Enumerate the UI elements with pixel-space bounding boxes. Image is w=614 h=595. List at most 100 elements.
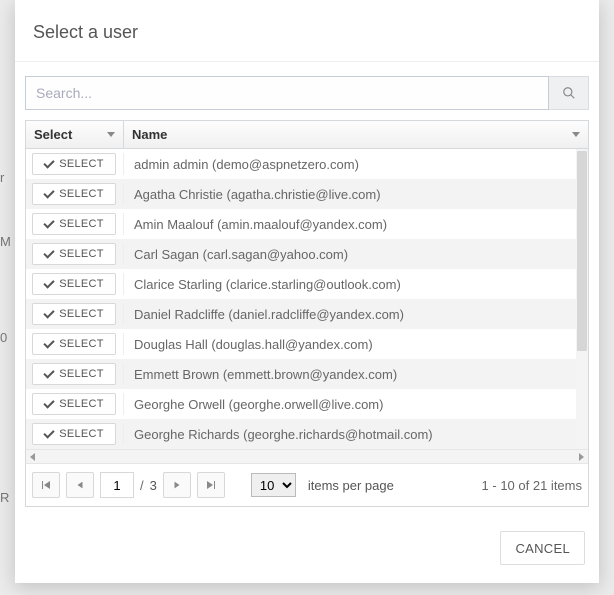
cancel-button[interactable]: CANCEL	[500, 531, 585, 565]
select-button[interactable]: SELECT	[32, 363, 116, 385]
cell-name: Carl Sagan (carl.sagan@yahoo.com)	[124, 247, 588, 262]
search-icon	[562, 86, 576, 100]
table-row: SELECT Clarice Starling (clarice.starling…	[26, 269, 588, 299]
modal-body: Select Name SELECT admin admin (demo@aspn…	[15, 62, 599, 515]
select-button[interactable]: SELECT	[32, 423, 116, 445]
select-button[interactable]: SELECT	[32, 273, 116, 295]
table-row: SELECT Georghe Richards (georghe.richards…	[26, 419, 588, 449]
col-header-name-label: Name	[132, 127, 167, 142]
cell-name: Douglas Hall (douglas.hall@yandex.com)	[124, 337, 588, 352]
pager-next-icon	[172, 480, 182, 490]
select-user-modal: Select a user Select Name SELECT admin ad…	[15, 0, 599, 583]
table-row: SELECT Douglas Hall (douglas.hall@yandex.…	[26, 329, 588, 359]
select-button-label: SELECT	[59, 368, 104, 380]
check-icon	[44, 367, 55, 378]
col-header-select[interactable]: Select	[26, 121, 124, 148]
bg-text: 0	[0, 330, 7, 345]
pager-last-button[interactable]	[197, 472, 225, 498]
check-icon	[44, 157, 55, 168]
pager-page-input[interactable]	[100, 472, 134, 498]
cell-name: admin admin (demo@aspnetzero.com)	[124, 157, 588, 172]
pager-total-pages: 3	[150, 478, 157, 493]
cell-name: Georghe Orwell (georghe.orwell@live.com)	[124, 397, 588, 412]
check-icon	[44, 307, 55, 318]
modal-header: Select a user	[15, 0, 599, 62]
select-button-label: SELECT	[59, 398, 104, 410]
check-icon	[44, 187, 55, 198]
select-button-label: SELECT	[59, 248, 104, 260]
cell-select: SELECT	[26, 183, 124, 205]
vertical-scrollbar[interactable]	[576, 149, 588, 449]
pager-last-icon	[205, 479, 217, 491]
check-icon	[44, 277, 55, 288]
search-button[interactable]	[549, 76, 589, 110]
select-button-label: SELECT	[59, 428, 104, 440]
table-row: SELECT Agatha Christie (agatha.christie@l…	[26, 179, 588, 209]
cell-name: Emmett Brown (emmett.brown@yandex.com)	[124, 367, 588, 382]
select-button[interactable]: SELECT	[32, 333, 116, 355]
check-icon	[44, 247, 55, 258]
cell-name: Agatha Christie (agatha.christie@live.co…	[124, 187, 588, 202]
table-row: SELECT Daniel Radcliffe (daniel.radcliffe…	[26, 299, 588, 329]
pager-prev-icon	[75, 480, 85, 490]
search-row	[25, 76, 589, 110]
pager-first-button[interactable]	[32, 472, 60, 498]
bg-text: R	[0, 490, 9, 505]
select-button[interactable]: SELECT	[32, 243, 116, 265]
check-icon	[44, 397, 55, 408]
bg-text: M	[0, 234, 11, 249]
scrollbar-thumb[interactable]	[577, 151, 587, 351]
table-row: SELECT admin admin (demo@aspnetzero.com)	[26, 149, 588, 179]
cell-name: Amin Maalouf (amin.maalouf@yandex.com)	[124, 217, 588, 232]
table-row: SELECT Carl Sagan (carl.sagan@yahoo.com)	[26, 239, 588, 269]
select-button-label: SELECT	[59, 338, 104, 350]
cell-select: SELECT	[26, 273, 124, 295]
cell-name: Georghe Richards (georghe.richards@hotma…	[124, 427, 588, 442]
pager-items-per-page-label: items per page	[308, 478, 394, 493]
select-button-label: SELECT	[59, 308, 104, 320]
search-input[interactable]	[25, 76, 549, 110]
check-icon	[44, 217, 55, 228]
cell-select: SELECT	[26, 393, 124, 415]
cell-select: SELECT	[26, 243, 124, 265]
cell-select: SELECT	[26, 213, 124, 235]
modal-title: Select a user	[33, 22, 581, 43]
select-button-label: SELECT	[59, 158, 104, 170]
select-button-label: SELECT	[59, 218, 104, 230]
select-button[interactable]: SELECT	[32, 183, 116, 205]
check-icon	[44, 337, 55, 348]
col-header-name[interactable]: Name	[124, 121, 588, 148]
cell-name: Clarice Starling (clarice.starling@outlo…	[124, 277, 588, 292]
scroll-right-icon	[579, 453, 584, 461]
chevron-down-icon	[107, 132, 115, 137]
cell-select: SELECT	[26, 333, 124, 355]
select-button-label: SELECT	[59, 188, 104, 200]
select-button-label: SELECT	[59, 278, 104, 290]
select-button[interactable]: SELECT	[32, 303, 116, 325]
grid-body: SELECTadmin admin (demo@aspnetzero.com)S…	[26, 149, 588, 449]
pager-slash: /	[140, 478, 144, 493]
col-header-select-label: Select	[34, 127, 72, 142]
bg-text: r	[0, 170, 4, 185]
pager-pagesize-select[interactable]: 10	[251, 473, 296, 497]
cell-name: Daniel Radcliffe (daniel.radcliffe@yande…	[124, 307, 588, 322]
cell-select: SELECT	[26, 153, 124, 175]
grid-header: Select Name	[26, 121, 588, 149]
pager-range: 1 - 10 of 21 items	[482, 478, 582, 493]
horizontal-scrollbar[interactable]	[26, 449, 588, 463]
user-grid: Select Name SELECT admin admin (demo@aspn…	[25, 120, 589, 507]
modal-footer: CANCEL	[15, 515, 599, 583]
select-button[interactable]: SELECT	[32, 213, 116, 235]
cell-select: SELECT	[26, 363, 124, 385]
table-row: SELECT Amin Maalouf (amin.maalouf@yandex.…	[26, 209, 588, 239]
pager-first-icon	[40, 479, 52, 491]
pager: / 3 10 items per page 1 - 10 of 21 items	[26, 463, 588, 506]
pager-prev-button[interactable]	[66, 472, 94, 498]
pager-next-button[interactable]	[163, 472, 191, 498]
scroll-left-icon	[30, 453, 35, 461]
table-row: SELECT Emmett Brown (emmett.brown@yandex.…	[26, 359, 588, 389]
table-row: SELECT Georghe Orwell (georghe.orwell@liv…	[26, 389, 588, 419]
select-button[interactable]: SELECT	[32, 393, 116, 415]
select-button[interactable]: SELECT	[32, 153, 116, 175]
chevron-down-icon	[572, 132, 580, 137]
